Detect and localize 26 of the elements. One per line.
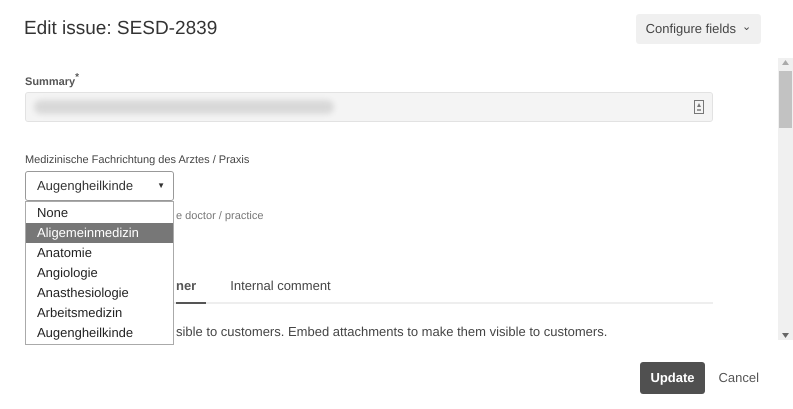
dialog-title: Edit issue: SESD-2839	[24, 16, 218, 41]
help-text: e doctor / practice	[176, 210, 264, 222]
dropdown-option[interactable]: None	[26, 202, 173, 222]
scrollbar-thumb[interactable]	[779, 71, 792, 128]
dropdown-option[interactable]: Angiologie	[26, 262, 173, 282]
cancel-button[interactable]: Cancel	[718, 368, 759, 388]
scroll-down-icon[interactable]	[782, 333, 789, 338]
scrollbar[interactable]	[778, 58, 793, 340]
update-button[interactable]: Update	[640, 362, 705, 394]
required-mark: *	[75, 72, 80, 83]
dropdown-option[interactable]: Augengheilkinde	[26, 322, 173, 342]
specialty-select[interactable]: Augengheilkinde ▼	[25, 170, 174, 200]
comment-tab[interactable]: Internal comment	[230, 276, 341, 304]
configure-fields-button[interactable]: Configure fields ⌄	[636, 14, 761, 44]
comment-note: sible to customers. Embed attachments to make them visible to customers.	[176, 324, 608, 338]
caret-icon: ▼	[157, 180, 165, 192]
caret-icon: ⌄	[742, 22, 751, 32]
dropdown-option[interactable]: Arbeitsmedizin	[26, 302, 173, 322]
scroll-up-icon[interactable]	[782, 60, 789, 65]
dropdown-option[interactable]: Anatomie	[26, 242, 173, 262]
comment-tab[interactable]: ner	[176, 276, 206, 304]
contact-card-icon	[694, 100, 704, 114]
dropdown-option[interactable]: Aligemeinmedizin	[26, 222, 173, 242]
dropdown-option[interactable]: Anasthesiologie	[26, 282, 173, 302]
summary-field[interactable]	[25, 92, 713, 122]
specialty-label: Medizinische Fachrichtung des Arztes / Praxis	[25, 154, 250, 166]
